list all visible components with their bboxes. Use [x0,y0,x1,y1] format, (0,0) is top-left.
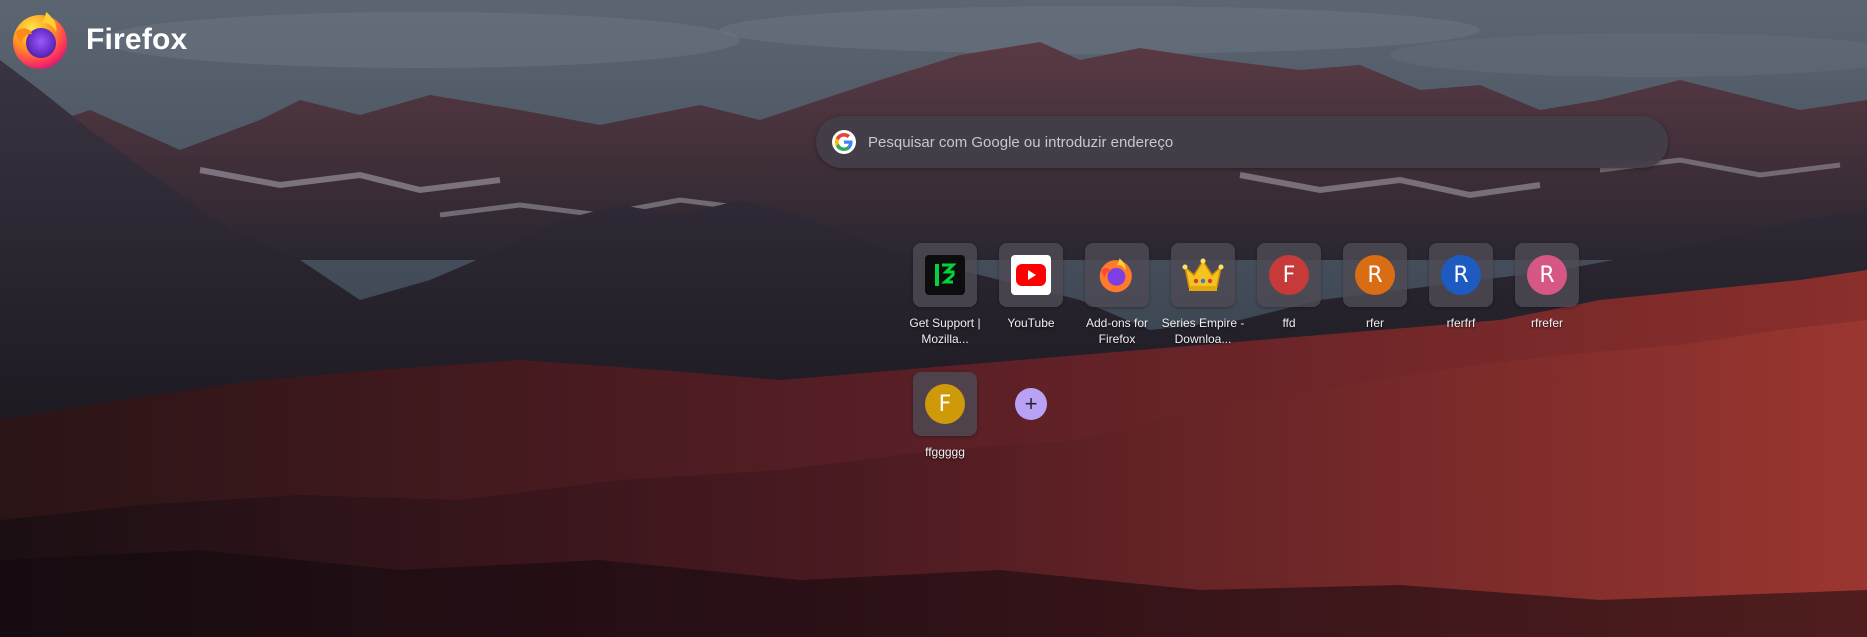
shortcut-tile[interactable] [913,243,977,307]
shortcut-label: Get Support | Mozilla... [909,316,981,346]
search-input[interactable] [866,121,1668,163]
shortcut-label: ffggggg [925,445,965,459]
firefox-brand: Firefox [10,8,187,72]
shortcut-label: rfrefer [1530,316,1563,330]
search-bar[interactable] [816,116,1668,168]
shortcut-tile[interactable]: R [1343,243,1407,307]
plus-icon: + [1015,388,1047,420]
shortcut-rfrefer[interactable]: R rfrefer [1504,243,1590,331]
shortcut-tile[interactable]: F [1257,243,1321,307]
shortcut-rfer[interactable]: R rfer [1332,243,1418,331]
shortcut-tile[interactable]: R [1515,243,1579,307]
shortcut-label: ffd [1282,316,1296,330]
shortcut-label: rferfrf [1446,316,1476,330]
mozilla-support-icon [925,255,965,295]
letter-avatar: R [1441,255,1481,295]
google-icon [832,130,856,154]
shortcut-youtube[interactable]: YouTube [988,243,1074,331]
crown-icon [1182,258,1224,291]
shortcut-label: rfer [1366,316,1384,330]
shortcut-addons[interactable]: Add-ons for Firefox [1074,243,1160,347]
shortcut-label: Add-ons for Firefox [1085,316,1149,346]
shortcut-tile[interactable] [1171,243,1235,307]
shortcut-tile[interactable]: R [1429,243,1493,307]
shortcut-tile[interactable] [1085,243,1149,307]
firefox-logo-icon [13,12,67,69]
firefox-icon [1099,258,1132,293]
shortcut-series-empire[interactable]: Series Empire - Downloa... [1160,243,1246,347]
shortcut-ffggggg[interactable]: F ffggggg [902,372,988,460]
shortcut-label: Series Empire - Downloa... [1161,316,1245,346]
letter-avatar: R [1355,255,1395,295]
letter-avatar: F [1269,255,1309,295]
letter-avatar: R [1527,255,1567,295]
shortcut-rferfrf[interactable]: R rferfrf [1418,243,1504,331]
shortcut-tile[interactable] [999,243,1063,307]
youtube-icon [1011,255,1051,295]
brand-name: Firefox [86,23,188,56]
new-tab-page: Firefox Get Suppor [0,0,1867,637]
shortcut-ffd[interactable]: F ffd [1246,243,1332,331]
shortcut-get-support[interactable]: Get Support | Mozilla... [902,243,988,347]
shortcut-label: YouTube [1007,316,1055,330]
add-shortcut-tile[interactable]: + [999,372,1063,436]
add-shortcut-button[interactable]: + [988,372,1074,436]
shortcut-tile[interactable]: F [913,372,977,436]
letter-avatar: F [925,384,965,424]
